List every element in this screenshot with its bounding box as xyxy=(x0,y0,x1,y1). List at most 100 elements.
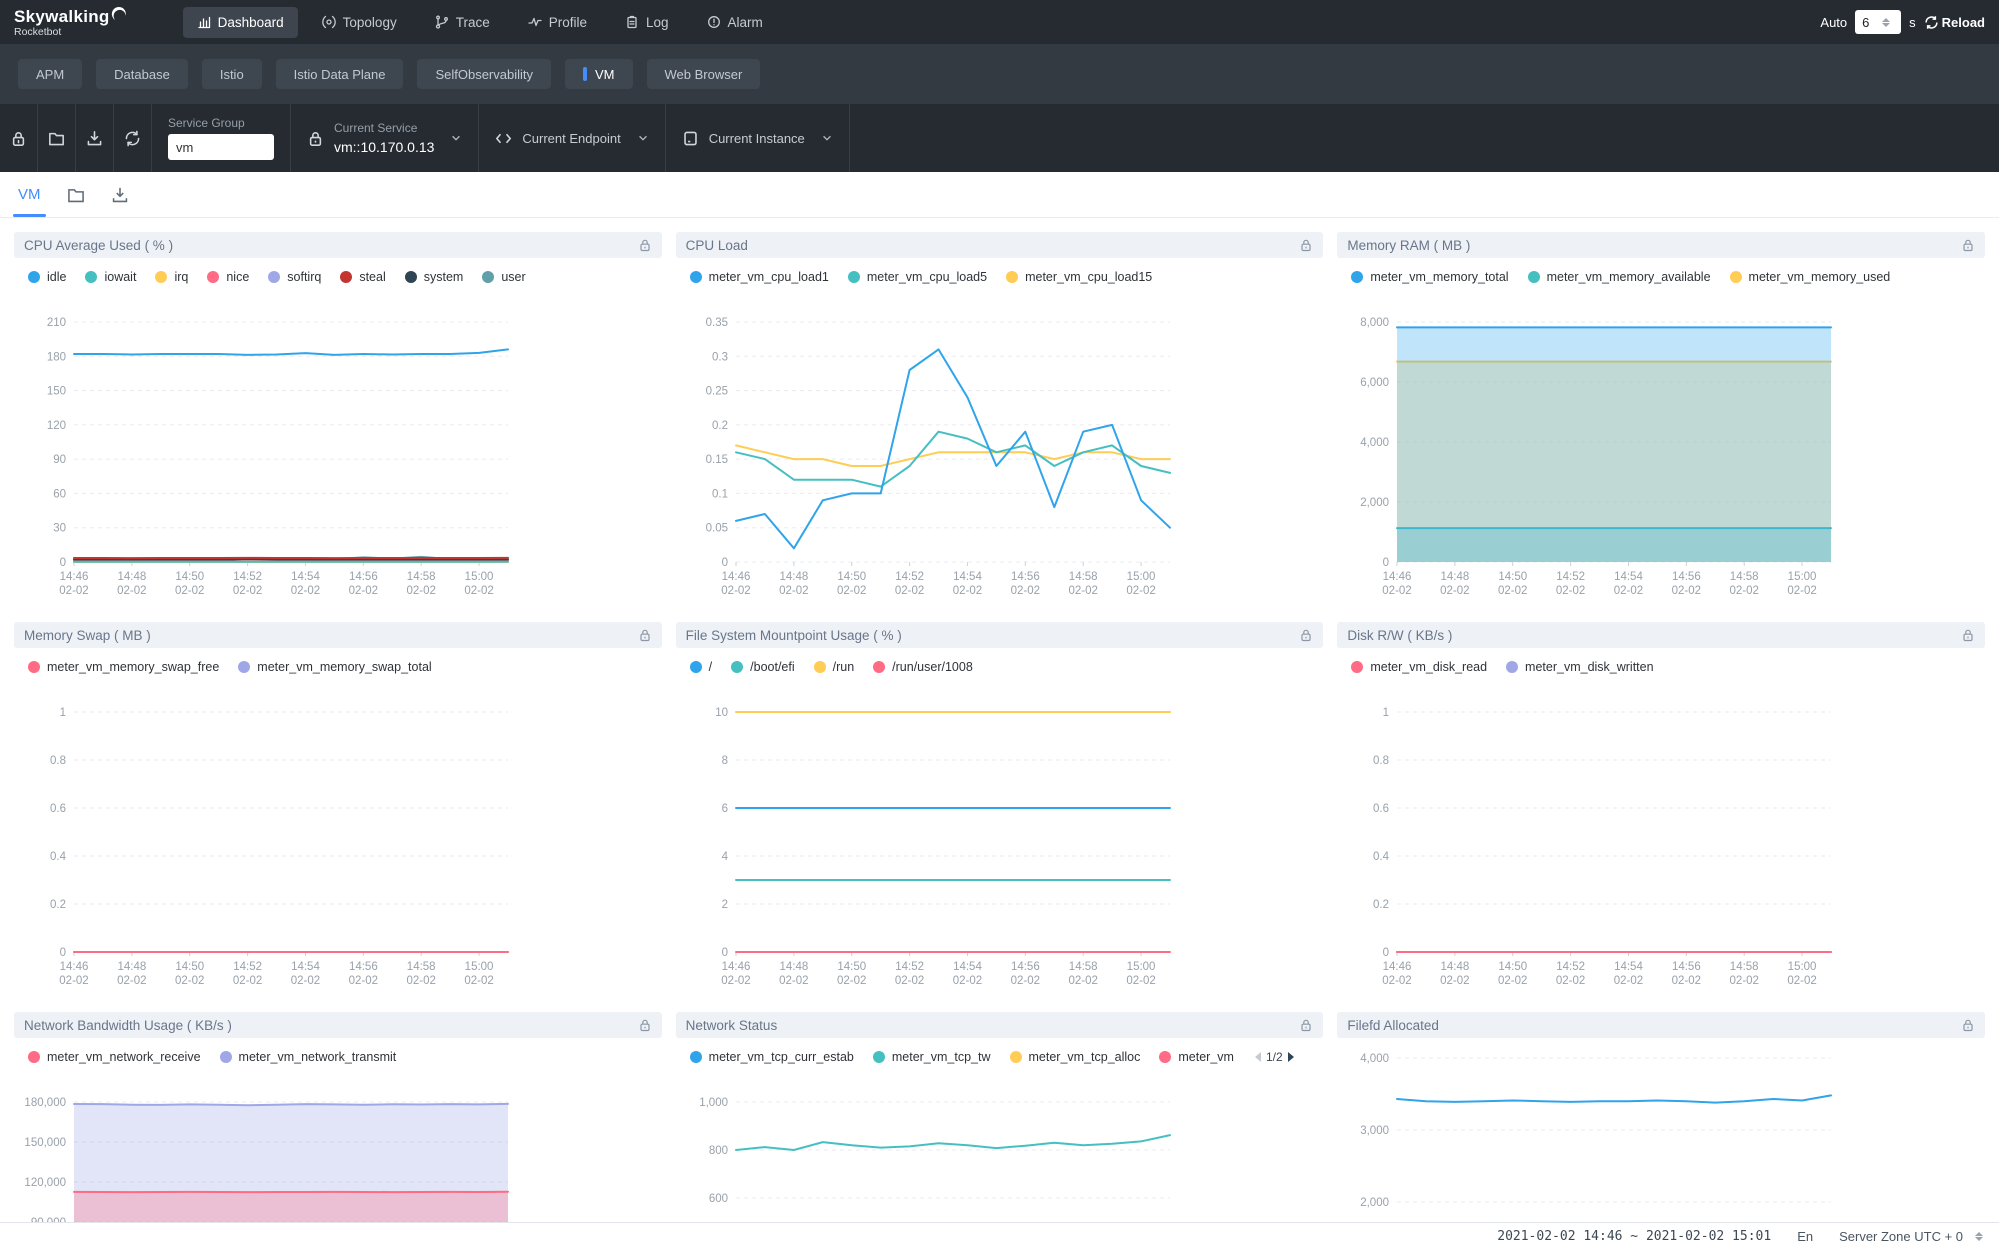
toolbar-save-button[interactable] xyxy=(76,104,114,172)
dashboard-tab-web-browser[interactable]: Web Browser xyxy=(647,59,761,89)
legend-item-iowait[interactable]: iowait xyxy=(85,270,136,284)
svg-text:02-02: 02-02 xyxy=(1614,975,1643,987)
dashboard-tab-selfobservability[interactable]: SelfObservability xyxy=(417,59,551,89)
legend-prev-icon[interactable] xyxy=(1255,1052,1261,1062)
toolbar-lock-button[interactable] xyxy=(0,104,38,172)
legend-item-meter_vm_network_transmit[interactable]: meter_vm_network_transmit xyxy=(220,1050,397,1064)
svg-text:180,000: 180,000 xyxy=(24,1097,66,1109)
svg-text:6,000: 6,000 xyxy=(1361,377,1390,389)
legend-item-irq[interactable]: irq xyxy=(155,270,188,284)
svg-text:14:50: 14:50 xyxy=(837,961,866,973)
legend-item-nice[interactable]: nice xyxy=(207,270,249,284)
legend-item-user[interactable]: user xyxy=(482,270,525,284)
svg-text:14:56: 14:56 xyxy=(1011,571,1040,583)
svg-text:02-02: 02-02 xyxy=(1440,975,1469,987)
legend-item-/[interactable]: / xyxy=(690,660,712,674)
legend-item-/run[interactable]: /run xyxy=(814,660,855,674)
app-logo[interactable]: Skywalking Rocketbot xyxy=(14,7,127,38)
chevron-down-icon[interactable] xyxy=(637,132,649,144)
legend-item-system[interactable]: system xyxy=(405,270,464,284)
svg-text:02-02: 02-02 xyxy=(1672,975,1701,987)
auto-interval-stepper xyxy=(1855,10,1901,34)
time-range-picker[interactable]: 2021-02-02 14:46 ~ 2021-02-02 15:01 xyxy=(1497,1229,1771,1244)
lock-icon[interactable] xyxy=(1299,1018,1313,1032)
lock-icon[interactable] xyxy=(1299,628,1313,642)
current-endpoint-section[interactable]: Current Endpoint xyxy=(479,104,665,172)
legend-item-meter_vm_memory_total[interactable]: meter_vm_memory_total xyxy=(1351,270,1508,284)
svg-text:14:46: 14:46 xyxy=(60,571,89,583)
svg-text:15:00: 15:00 xyxy=(1788,961,1817,973)
current-instance-section[interactable]: Current Instance xyxy=(666,104,850,172)
toolbar-refresh-button[interactable] xyxy=(114,104,152,172)
legend-item-meter_vm_tcp_curr_estab[interactable]: meter_vm_tcp_curr_estab xyxy=(690,1050,854,1064)
legend-item-steal[interactable]: steal xyxy=(340,270,385,284)
svg-text:1,000: 1,000 xyxy=(699,1097,728,1109)
legend-item-meter_vm_memory_swap_free[interactable]: meter_vm_memory_swap_free xyxy=(28,660,219,674)
active-tab-indicator xyxy=(583,67,587,81)
svg-text:14:50: 14:50 xyxy=(175,961,204,973)
menu-item-profile[interactable]: Profile xyxy=(514,7,601,38)
dashboard-tab-istio[interactable]: Istio xyxy=(202,59,262,89)
lock-icon[interactable] xyxy=(638,628,652,642)
svg-text:14:50: 14:50 xyxy=(837,571,866,583)
toolbar-folder-button[interactable] xyxy=(38,104,76,172)
legend-item-meter_vm_memory_swap_total[interactable]: meter_vm_memory_swap_total xyxy=(238,660,431,674)
dashboard-tab-istio-data-plane[interactable]: Istio Data Plane xyxy=(276,59,404,89)
legend-item-meter_vm_cpu_load5[interactable]: meter_vm_cpu_load5 xyxy=(848,270,987,284)
legend-item-meter_vm_memory_available[interactable]: meter_vm_memory_available xyxy=(1528,270,1711,284)
dashboard-tab-vm[interactable]: VM xyxy=(565,59,633,89)
menu-item-dashboard[interactable]: Dashboard xyxy=(183,7,298,38)
legend-item-idle[interactable]: idle xyxy=(28,270,66,284)
legend-dot xyxy=(238,661,250,673)
x-axis-labels: 14:4602-0214:4802-0214:5002-0214:5202-02… xyxy=(721,562,1155,597)
tab-vm[interactable]: VM xyxy=(18,172,41,217)
service-group-section: Service Group xyxy=(152,104,291,172)
service-group-input[interactable] xyxy=(168,134,274,160)
legend-item-meter_vm_memory_used[interactable]: meter_vm_memory_used xyxy=(1730,270,1891,284)
svg-text:02-02: 02-02 xyxy=(895,585,924,597)
chevron-down-icon[interactable] xyxy=(821,132,833,144)
chevron-down-icon[interactable] xyxy=(450,132,462,144)
legend-dot xyxy=(873,1051,885,1063)
current-service-section[interactable]: Current Service vm::10.170.0.13 xyxy=(291,104,479,172)
dashboard-tab-apm[interactable]: APM xyxy=(18,59,82,89)
reload-icon xyxy=(1924,15,1939,30)
legend-item-meter_vm_tcp_tw[interactable]: meter_vm_tcp_tw xyxy=(873,1050,991,1064)
auto-interval-input[interactable] xyxy=(1862,15,1880,30)
legend-item-softirq[interactable]: softirq xyxy=(268,270,321,284)
lock-icon[interactable] xyxy=(1961,628,1975,642)
legend-item-meter_vm_disk_written[interactable]: meter_vm_disk_written xyxy=(1506,660,1654,674)
log-icon xyxy=(625,15,639,29)
legend-item-/run/user/1008[interactable]: /run/user/1008 xyxy=(873,660,973,674)
dashboard-tab-database[interactable]: Database xyxy=(96,59,188,89)
menu-item-trace[interactable]: Trace xyxy=(421,7,504,38)
save-icon[interactable] xyxy=(111,186,129,204)
lock-icon[interactable] xyxy=(1961,1018,1975,1032)
menu-item-topology[interactable]: Topology xyxy=(308,7,411,38)
folder-icon[interactable] xyxy=(67,186,85,204)
legend-item-meter_vm_disk_read[interactable]: meter_vm_disk_read xyxy=(1351,660,1487,674)
legend-item-meter_vm[interactable]: meter_vm xyxy=(1159,1050,1234,1064)
svg-text:02-02: 02-02 xyxy=(406,585,435,597)
reload-button[interactable]: Reload xyxy=(1924,15,1985,30)
language-toggle[interactable]: En xyxy=(1797,1229,1813,1244)
zone-decrement-icon[interactable] xyxy=(1975,1237,1983,1241)
legend-next-icon[interactable] xyxy=(1288,1052,1294,1062)
legend-item-meter_vm_network_receive[interactable]: meter_vm_network_receive xyxy=(28,1050,201,1064)
menu-item-alarm[interactable]: Alarm xyxy=(693,7,777,38)
lock-icon[interactable] xyxy=(1961,238,1975,252)
lock-icon[interactable] xyxy=(638,1018,652,1032)
lock-icon[interactable] xyxy=(1299,238,1313,252)
svg-text:180: 180 xyxy=(47,351,66,363)
svg-text:14:48: 14:48 xyxy=(1441,961,1470,973)
legend-item-/boot/efi[interactable]: /boot/efi xyxy=(731,660,794,674)
decrement-icon[interactable] xyxy=(1882,23,1890,27)
lock-icon[interactable] xyxy=(638,238,652,252)
zone-increment-icon[interactable] xyxy=(1975,1232,1983,1236)
legend-item-meter_vm_cpu_load15[interactable]: meter_vm_cpu_load15 xyxy=(1006,270,1152,284)
chart-legend: meter_vm_memory_total meter_vm_memory_ava… xyxy=(1351,270,1985,284)
legend-item-meter_vm_cpu_load1[interactable]: meter_vm_cpu_load1 xyxy=(690,270,829,284)
increment-icon[interactable] xyxy=(1882,18,1890,22)
legend-item-meter_vm_tcp_alloc[interactable]: meter_vm_tcp_alloc xyxy=(1010,1050,1141,1064)
menu-item-log[interactable]: Log xyxy=(611,7,683,38)
